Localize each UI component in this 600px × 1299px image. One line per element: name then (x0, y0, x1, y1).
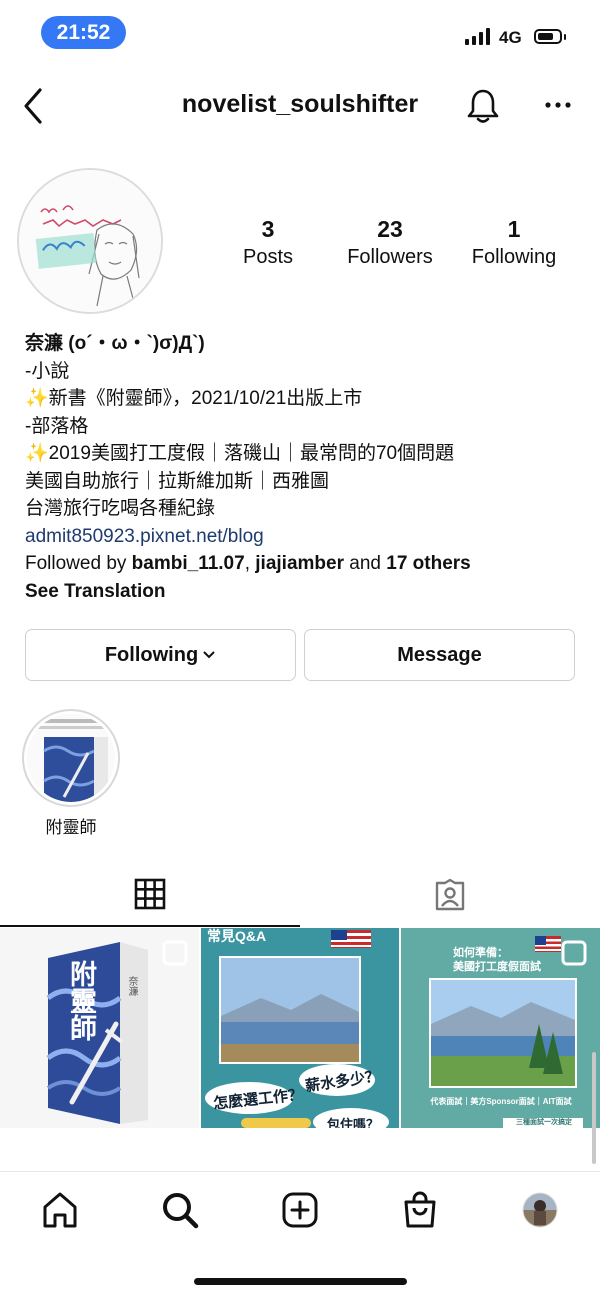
post-thumbnail[interactable]: 附靈師 奈濂 (0, 928, 199, 1128)
status-time: 21:52 (41, 16, 126, 49)
following-button[interactable]: Following (25, 629, 296, 681)
interview-heading: 美國打工度假面試 (453, 961, 541, 973)
battery-icon (534, 29, 562, 44)
bio-line: ✨2019美國打工度假｜落磯山｜最常問的70個問題 (25, 440, 585, 468)
bell-icon[interactable] (466, 88, 500, 124)
followers-label: Followers (347, 246, 433, 268)
book-spine-text: 奈濂 (126, 976, 137, 996)
followers-count: 23 (377, 216, 403, 242)
bio-line: -小說 (25, 360, 70, 382)
avatar[interactable] (522, 1192, 558, 1228)
following-label: Following (471, 246, 557, 268)
see-translation[interactable]: See Translation (25, 578, 585, 606)
bio-line: -部落格 (25, 415, 89, 437)
followed-by-others[interactable]: 17 others (386, 553, 470, 574)
post-thumbnail[interactable]: 常見Q&A 薪水多少？ 怎麼選工作？ 包住嗎？ (201, 928, 399, 1128)
posts-label: Posts (242, 246, 294, 268)
bio-line: ✨新書《附靈師》，2021/10/21出版上市 (25, 385, 585, 413)
followed-by[interactable]: Followed by bambi_11.07, jiajiamber and … (25, 550, 585, 578)
interview-caption: 代表面試｜美方Sponsor面試｜AIT面試 (430, 1097, 572, 1106)
posts-count: 3 (261, 216, 275, 242)
network-label: 4G (499, 28, 522, 47)
bio-name: 奈濂 (o´・ω・`)σ)Д`) (25, 333, 205, 354)
home-indicator[interactable] (194, 1278, 407, 1285)
active-tab-indicator (0, 925, 300, 927)
followers-stat[interactable]: 23 Followers (334, 216, 446, 270)
profile-bio: 奈濂 (o´・ω・`)σ)Д`) -小說 ✨新書《附靈師》，2021/10/21… (25, 330, 585, 605)
highlight-cover (27, 714, 115, 802)
sparkle-icon: ✨ (25, 443, 49, 464)
qa-heading: 常見Q&A (207, 928, 267, 944)
bio-line-text: 新書《附靈師》，2021/10/21出版上市 (48, 388, 363, 409)
bio-line: 美國自助旅行｜拉斯維加斯｜西雅圖 (25, 470, 330, 492)
signal-icon (465, 28, 490, 45)
profile-username: novelist_soulshifter (181, 90, 419, 118)
following-button-label: Following (104, 643, 199, 666)
home-icon[interactable] (40, 1190, 80, 1230)
grid-icon[interactable] (134, 878, 166, 910)
highlight-label: 附靈師 (45, 818, 97, 837)
followed-by-user[interactable]: jiajiamber (255, 553, 344, 574)
bio-link[interactable]: admit850923.pixnet.net/blog (25, 523, 585, 551)
interview-banner: 三種面試一次搞定 (516, 1119, 572, 1126)
story-highlight[interactable] (22, 709, 120, 807)
book-title: 附靈師 (66, 960, 96, 1041)
following-count: 1 (507, 216, 521, 242)
posts-stat[interactable]: 3 Posts (222, 216, 314, 270)
profile-avatar[interactable] (17, 168, 163, 314)
more-dots-icon[interactable] (543, 95, 573, 115)
plus-square-icon[interactable] (280, 1190, 320, 1230)
followed-by-user[interactable]: bambi_11.07 (132, 553, 245, 574)
followed-by-sep: , (244, 553, 256, 574)
sparkle-icon: ✨ (25, 388, 49, 409)
bio-line-text: 2019美國打工度假｜落磯山｜最常問的70個問題 (48, 443, 455, 464)
scrollbar[interactable] (592, 1052, 596, 1164)
avatar-drawing (19, 170, 161, 312)
book-cover-art (0, 928, 199, 1128)
message-button[interactable]: Message (304, 629, 575, 681)
followed-by-and: and (343, 553, 387, 574)
bio-line: 台灣旅行吃喝各種紀錄 (25, 498, 216, 519)
tagged-icon[interactable] (433, 878, 467, 912)
bottom-nav-divider (0, 1171, 600, 1172)
shopping-bag-icon[interactable] (400, 1190, 440, 1230)
search-icon[interactable] (160, 1190, 200, 1230)
post-thumbnail[interactable]: 如何準備： 美國打工度假面試 代表面試｜美方Sponsor面試｜AIT面試 三種… (401, 928, 600, 1128)
qa-bubble: 包住嗎？ (327, 1117, 380, 1128)
chevron-down-icon (203, 651, 215, 659)
followed-by-prefix: Followed by (25, 553, 132, 574)
following-stat[interactable]: 1 Following (458, 216, 570, 270)
post-grid: 附靈師 奈濂 常見Q&A 薪水多少？ 怎麼選工作？ 包住嗎？ 如何準備： 美國打… (0, 928, 600, 1128)
battery-tip (564, 34, 566, 40)
